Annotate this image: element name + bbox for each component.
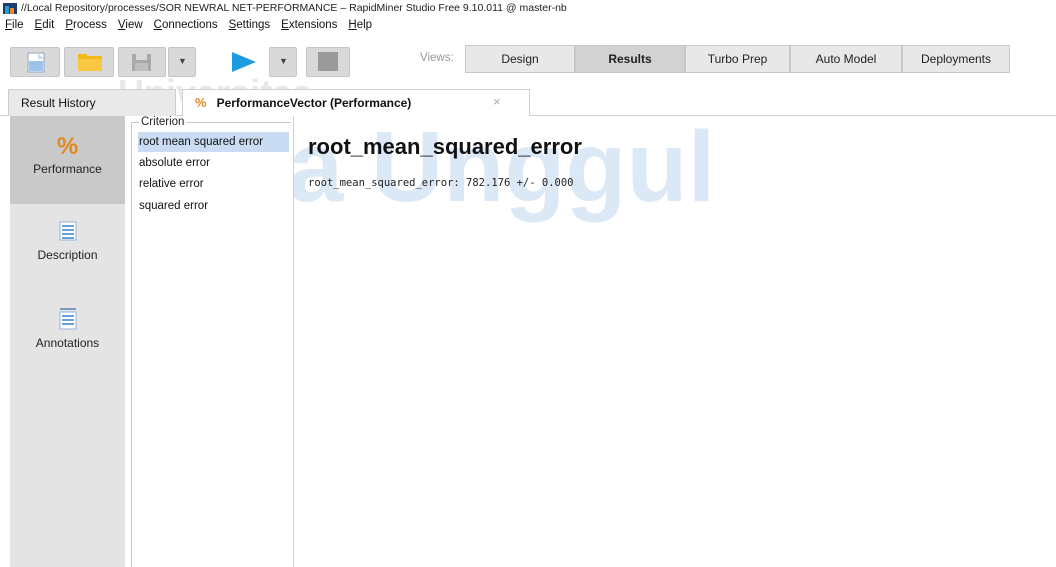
- view-tab-auto-model[interactable]: Auto Model: [790, 45, 902, 73]
- sidebar-item-performance[interactable]: % Performance: [10, 116, 125, 204]
- document-icon: [59, 221, 76, 241]
- views-label: Views:: [420, 52, 454, 64]
- sidebar-item-description-label: Description: [37, 248, 98, 262]
- tab-performance-vector-label: PerformanceVector (Performance): [216, 95, 412, 110]
- sidebar-item-annotations-label: Annotations: [35, 336, 100, 350]
- save-dropdown-button[interactable]: ▼: [168, 47, 196, 77]
- sidebar-item-annotations[interactable]: Annotations: [10, 304, 125, 364]
- menu-view[interactable]: View: [113, 19, 149, 31]
- percent-icon: %: [195, 95, 207, 110]
- percent-icon: %: [56, 133, 79, 160]
- run-dropdown-button[interactable]: ▼: [269, 47, 297, 77]
- criterion-panel: Criterion root mean squared error absolu…: [125, 116, 294, 567]
- view-tab-turbo-prep[interactable]: Turbo Prep: [685, 45, 790, 73]
- folder-icon: [78, 54, 102, 71]
- title-bar: //Local Repository/processes/SOR NEWRAL …: [0, 0, 1056, 16]
- chevron-down-icon: ▼: [178, 56, 187, 66]
- result-view-sidebar: % Performance Description Annotations: [10, 116, 126, 567]
- play-icon: [232, 52, 256, 72]
- menu-connections[interactable]: Connections: [149, 19, 224, 31]
- menu-settings[interactable]: Settings: [224, 19, 277, 31]
- criterion-value: root_mean_squared_error: 782.176 +/- 0.0…: [308, 177, 574, 189]
- rapidminer-logo-icon: [3, 2, 17, 14]
- save-button[interactable]: [118, 47, 166, 77]
- criterion-item-root-mean-squared-error[interactable]: root mean squared error: [138, 132, 289, 152]
- stop-button[interactable]: [306, 47, 350, 77]
- chevron-down-icon: ▼: [279, 56, 288, 66]
- view-tab-design[interactable]: Design: [465, 45, 575, 73]
- sidebar-item-description[interactable]: Description: [10, 216, 125, 276]
- criterion-legend: Criterion: [139, 116, 187, 128]
- result-tabs: Result History % PerformanceVector (Perf…: [0, 86, 1056, 116]
- view-tab-deployments[interactable]: Deployments: [902, 45, 1010, 73]
- new-process-button[interactable]: [10, 47, 60, 77]
- annotations-icon: [59, 308, 76, 330]
- new-file-icon: [27, 52, 45, 73]
- view-tab-results[interactable]: Results: [575, 45, 685, 73]
- criterion-heading: root_mean_squared_error: [308, 134, 582, 159]
- tab-result-history[interactable]: Result History: [8, 89, 176, 116]
- menu-process[interactable]: Process: [60, 19, 113, 31]
- menu-edit[interactable]: Edit: [30, 19, 61, 31]
- watermark-line2: sa Unggul: [232, 111, 716, 223]
- close-icon[interactable]: ×: [493, 94, 501, 109]
- window-title: //Local Repository/processes/SOR NEWRAL …: [21, 2, 567, 14]
- tab-result-history-label: Result History: [21, 96, 96, 110]
- menu-extensions[interactable]: Extensions: [276, 19, 343, 31]
- criterion-item-squared-error[interactable]: squared error: [138, 196, 289, 216]
- tab-performance-vector[interactable]: % PerformanceVector (Performance) ×: [182, 89, 530, 116]
- criterion-item-absolute-error[interactable]: absolute error: [138, 153, 289, 173]
- menu-bar: File Edit Process View Connections Setti…: [0, 16, 378, 33]
- menu-help[interactable]: Help: [343, 19, 378, 31]
- menu-file[interactable]: File: [0, 19, 30, 31]
- stop-icon: [318, 52, 338, 71]
- sidebar-item-performance-label: Performance: [33, 162, 102, 176]
- open-process-button[interactable]: [64, 47, 114, 77]
- run-button[interactable]: [218, 47, 266, 77]
- save-icon: [132, 54, 151, 71]
- criterion-item-relative-error[interactable]: relative error: [138, 174, 289, 194]
